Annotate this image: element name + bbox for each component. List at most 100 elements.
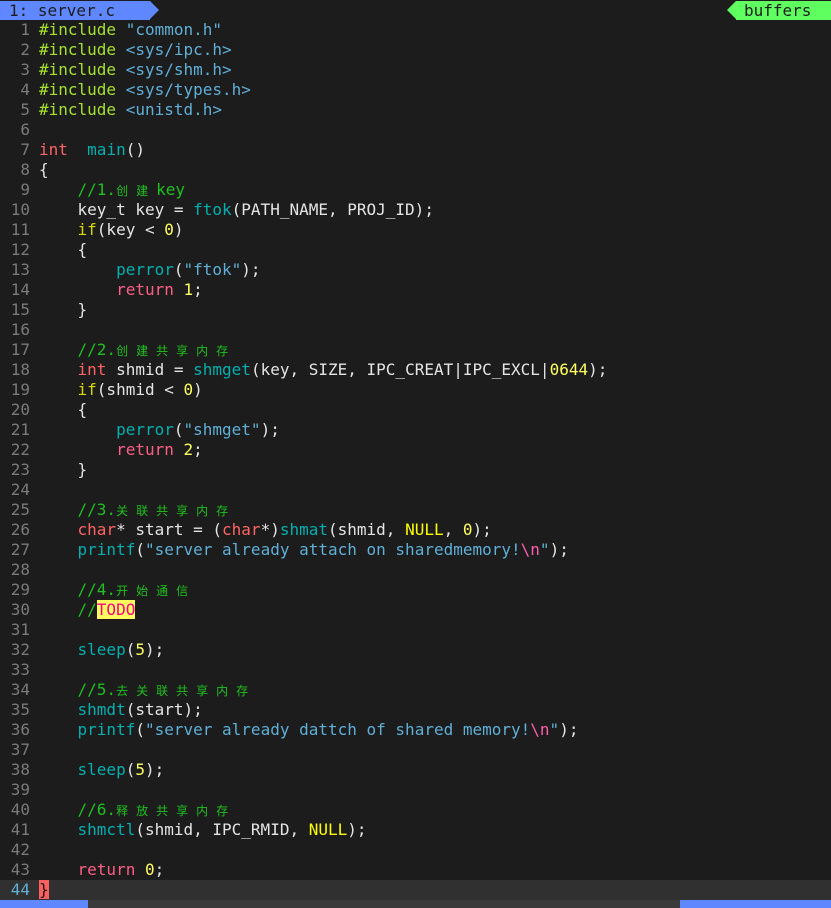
code-token: {	[39, 160, 49, 179]
code-line[interactable]: 17 //2.创建共享内存	[0, 340, 831, 360]
code-token: #include	[39, 20, 126, 39]
code-token: if	[77, 220, 97, 239]
code-line[interactable]: 38 sleep(5);	[0, 760, 831, 780]
line-number: 22	[10, 440, 30, 459]
code-line[interactable]: 36 printf("server already dattch of shar…	[0, 720, 831, 740]
code-token: (	[125, 760, 136, 779]
code-token: 去关联共享内存	[116, 684, 257, 698]
line-number: 16	[10, 320, 30, 339]
code-line[interactable]: 32 sleep(5);	[0, 640, 831, 660]
code-line[interactable]: 39	[0, 780, 831, 800]
code-line[interactable]: 13 perror("ftok");	[0, 260, 831, 280]
code-line[interactable]: 27 printf("server already attach on shar…	[0, 540, 831, 560]
code-line[interactable]: 3 #include <sys/shm.h>	[0, 60, 831, 80]
code-line[interactable]: 25 //3.关联共享内存	[0, 500, 831, 520]
code-line[interactable]: 6	[0, 120, 831, 140]
line-number: 25	[10, 500, 30, 519]
line-number: 42	[10, 840, 30, 859]
code-token: (shmid,	[328, 520, 406, 539]
code-token: (key, SIZE, IPC_CREAT|IPC_EXCL|	[250, 360, 550, 379]
code-line[interactable]: 18 int shmid = shmget(key, SIZE, IPC_CRE…	[0, 360, 831, 380]
code-line[interactable]: 24	[0, 480, 831, 500]
code-line[interactable]: 12 {	[0, 240, 831, 260]
code-token: )	[173, 220, 184, 239]
line-number: 26	[10, 520, 30, 539]
code-line[interactable]: 33	[0, 660, 831, 680]
code-token: #include	[39, 100, 126, 119]
code-token: }	[39, 300, 88, 319]
line-number: 35	[10, 700, 30, 719]
code-line[interactable]: 2 #include <sys/ipc.h>	[0, 40, 831, 60]
code-line[interactable]: 40 //6.释放共享内存	[0, 800, 831, 820]
code-line[interactable]: 30 //TODO	[0, 600, 831, 620]
code-line[interactable]: 11 if(key < 0)	[0, 220, 831, 240]
code-token: 2	[183, 440, 194, 459]
code-line[interactable]: 20 {	[0, 400, 831, 420]
code-line[interactable]: 4 #include <sys/types.h>	[0, 80, 831, 100]
code-line[interactable]: 8{	[0, 160, 831, 180]
code-token: {	[39, 400, 88, 419]
code-token: ;	[154, 860, 165, 879]
code-line[interactable]: 9 //1.创建key	[0, 180, 831, 200]
code-line[interactable]: 41 shmctl(shmid, IPC_RMID, NULL);	[0, 820, 831, 840]
code-line[interactable]: 35 shmdt(start);	[0, 700, 831, 720]
code-token: printf	[77, 720, 136, 739]
tab-server-c[interactable]: 1: server.c	[0, 1, 159, 20]
code-editor[interactable]: 1 #include "common.h" 2 #include <sys/ipc.h…	[0, 20, 831, 900]
code-token: ()	[125, 140, 145, 159]
code-line[interactable]: 5 #include <unistd.h>	[0, 100, 831, 120]
code-line[interactable]: 34 //5.去关联共享内存	[0, 680, 831, 700]
code-token: "ftok"	[183, 260, 242, 279]
code-line[interactable]: 19 if(shmid < 0)	[0, 380, 831, 400]
code-token: key	[156, 180, 185, 199]
buffers-label[interactable]: buffers	[727, 1, 831, 20]
status-line	[0, 900, 831, 908]
code-line[interactable]: 16	[0, 320, 831, 340]
code-line[interactable]: 15 }	[0, 300, 831, 320]
line-number: 41	[10, 820, 30, 839]
code-line[interactable]: 44}	[0, 880, 831, 900]
code-token: );	[588, 360, 608, 379]
line-number: 39	[10, 780, 30, 799]
line-number: 11	[10, 220, 30, 239]
tabline: 1: server.c buffers	[0, 0, 831, 20]
code-token: \n	[520, 540, 540, 559]
code-token: 0	[164, 220, 174, 239]
code-line[interactable]: 1 #include "common.h"	[0, 20, 831, 40]
code-token: char	[77, 520, 117, 539]
code-line[interactable]: 26 char* start = (char*)shmat(shmid, NUL…	[0, 520, 831, 540]
code-line[interactable]: 31	[0, 620, 831, 640]
code-line[interactable]: 22 return 2;	[0, 440, 831, 460]
code-token: <sys/shm.h>	[125, 60, 232, 79]
code-token: //5.	[77, 680, 117, 699]
code-line[interactable]: 23 }	[0, 460, 831, 480]
code-line[interactable]: 7 int main()	[0, 140, 831, 160]
code-line[interactable]: 29 //4.开始通信	[0, 580, 831, 600]
code-token: perror	[116, 260, 174, 279]
code-line[interactable]: 37	[0, 740, 831, 760]
code-token: 1	[183, 280, 194, 299]
line-number: 19	[10, 380, 30, 399]
code-line[interactable]: 14 return 1;	[0, 280, 831, 300]
code-line[interactable]: 43 return 0;	[0, 860, 831, 880]
code-line[interactable]: 28	[0, 560, 831, 580]
code-token: //1.	[77, 180, 117, 199]
code-line[interactable]: 21 perror("shmget");	[0, 420, 831, 440]
code-line[interactable]: 42	[0, 840, 831, 860]
line-number: 17	[10, 340, 30, 359]
code-line[interactable]: 10 key_t key = ftok(PATH_NAME, PROJ_ID);	[0, 200, 831, 220]
